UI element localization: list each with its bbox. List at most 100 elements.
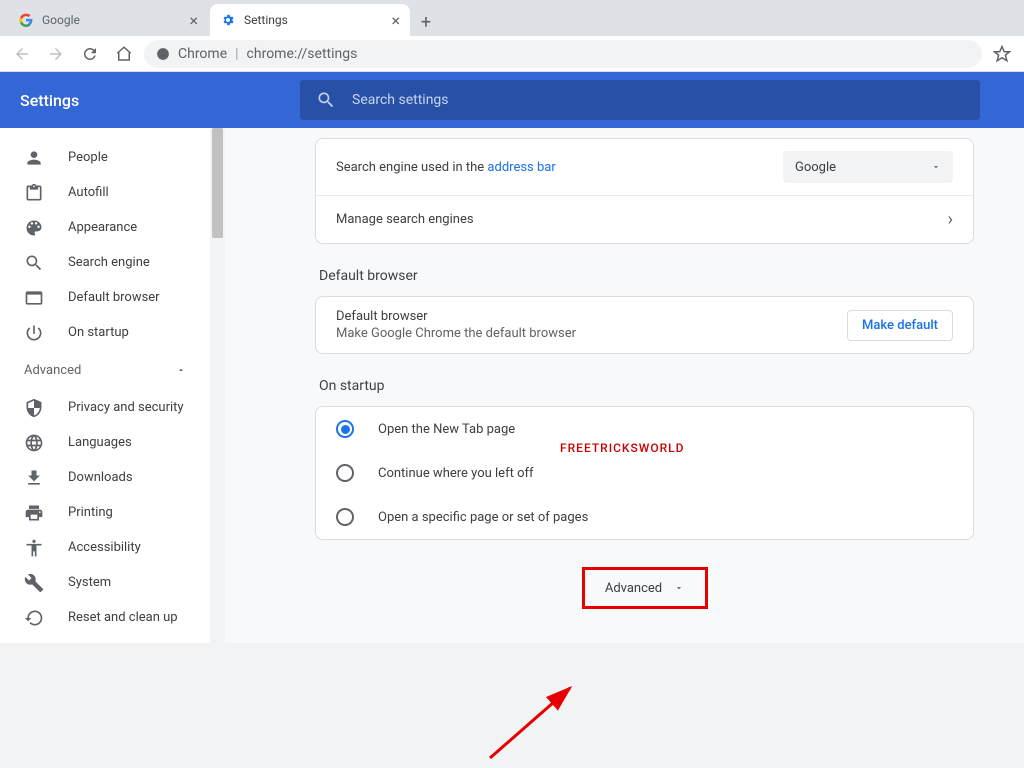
globe-icon: [24, 433, 44, 453]
scrollbar-thumb[interactable]: [212, 128, 223, 238]
row-title: Default browser: [336, 309, 847, 324]
sidebar-item-autofill[interactable]: Autofill: [0, 175, 210, 210]
sidebar-item-search-engine[interactable]: Search engine: [0, 245, 210, 280]
sidebar-section-label: Advanced: [24, 363, 81, 378]
shield-icon: [24, 398, 44, 418]
palette-icon: [24, 218, 44, 238]
sidebar-item-on-startup[interactable]: On startup: [0, 315, 210, 350]
select-value: Google: [795, 160, 836, 175]
person-icon: [24, 148, 44, 168]
radio-button[interactable]: [336, 420, 354, 438]
settings-sidebar: People Autofill Appearance Search engine…: [0, 128, 210, 643]
sidebar-item-label: Printing: [68, 505, 113, 520]
sidebar-item-label: Autofill: [68, 185, 109, 200]
download-icon: [24, 468, 44, 488]
on-startup-card: Open the New Tab page Continue where you…: [315, 406, 974, 540]
sidebar-item-accessibility[interactable]: Accessibility: [0, 530, 210, 565]
sidebar-item-printing[interactable]: Printing: [0, 495, 210, 530]
sidebar-item-appearance[interactable]: Appearance: [0, 210, 210, 245]
browser-icon: [24, 288, 44, 308]
address-bar-link[interactable]: address bar: [487, 160, 555, 175]
accessibility-icon: [24, 538, 44, 558]
default-browser-card: Default browser Make Google Chrome the d…: [315, 296, 974, 354]
url-path: chrome://settings: [247, 46, 358, 62]
chevron-up-icon: [176, 365, 186, 375]
on-startup-title: On startup: [319, 378, 974, 394]
close-icon[interactable]: ×: [189, 11, 198, 30]
back-button[interactable]: [8, 40, 36, 68]
search-engine-row: Search engine used in the address bar Go…: [316, 139, 973, 195]
sidebar-item-label: Appearance: [68, 220, 137, 235]
manage-search-engines-row[interactable]: Manage search engines ›: [316, 195, 973, 243]
settings-favicon: [220, 12, 236, 28]
print-icon: [24, 503, 44, 523]
search-icon: [316, 90, 336, 110]
home-button[interactable]: [110, 40, 138, 68]
search-input[interactable]: [352, 92, 964, 108]
sidebar-item-privacy[interactable]: Privacy and security: [0, 390, 210, 425]
address-bar[interactable]: Chrome | chrome://settings: [144, 40, 982, 68]
sidebar-item-default-browser[interactable]: Default browser: [0, 280, 210, 315]
url-host: Chrome: [178, 46, 227, 62]
tab-strip: Google × Settings × +: [0, 0, 1024, 36]
sidebar-item-people[interactable]: People: [0, 140, 210, 175]
annotation-arrow: [480, 668, 600, 768]
bookmark-button[interactable]: [988, 40, 1016, 68]
google-favicon: [18, 12, 34, 28]
default-browser-title: Default browser: [319, 268, 974, 284]
radio-label: Open the New Tab page: [378, 422, 515, 437]
radio-label: Continue where you left off: [378, 466, 534, 481]
site-info-icon: [156, 47, 170, 61]
annotation-highlight: [582, 567, 708, 609]
sidebar-item-downloads[interactable]: Downloads: [0, 460, 210, 495]
sidebar-item-label: Accessibility: [68, 540, 141, 555]
sidebar-item-label: People: [68, 150, 108, 165]
sidebar-item-label: Downloads: [68, 470, 133, 485]
settings-main: Search engine used in the address bar Go…: [225, 128, 1024, 643]
forward-button[interactable]: [42, 40, 70, 68]
sidebar-item-label: Reset and clean up: [68, 610, 178, 625]
tab-google[interactable]: Google ×: [8, 4, 208, 36]
row-subtitle: Make Google Chrome the default browser: [336, 326, 847, 341]
sidebar-item-label: Languages: [68, 435, 132, 450]
settings-header: Settings: [0, 72, 1024, 128]
tab-label: Settings: [244, 13, 288, 27]
restore-icon: [24, 608, 44, 628]
search-engine-select[interactable]: Google: [783, 151, 953, 183]
sidebar-item-system[interactable]: System: [0, 565, 210, 600]
radio-label: Open a specific page or set of pages: [378, 510, 588, 525]
startup-option-specific[interactable]: Open a specific page or set of pages: [316, 495, 973, 539]
startup-option-continue[interactable]: Continue where you left off: [316, 451, 973, 495]
chevron-down-icon: [931, 162, 941, 172]
sidebar-item-label: System: [68, 575, 111, 590]
default-browser-row: Default browser Make Google Chrome the d…: [316, 297, 973, 353]
new-tab-button[interactable]: +: [412, 8, 440, 36]
sidebar-section-advanced[interactable]: Advanced: [0, 350, 210, 390]
tab-label: Google: [42, 13, 80, 27]
sidebar-item-languages[interactable]: Languages: [0, 425, 210, 460]
clipboard-icon: [24, 183, 44, 203]
manage-label: Manage search engines: [336, 212, 948, 227]
sidebar-item-label: Default browser: [68, 290, 160, 305]
url-separator: |: [235, 46, 238, 62]
browser-toolbar: Chrome | chrome://settings: [0, 36, 1024, 72]
radio-button[interactable]: [336, 464, 354, 482]
chevron-right-icon: ›: [948, 209, 953, 230]
sidebar-item-label: Search engine: [68, 255, 150, 270]
search-engine-card: Search engine used in the address bar Go…: [315, 138, 974, 244]
search-icon: [24, 253, 44, 273]
sidebar-scrollbar[interactable]: [210, 128, 225, 643]
search-settings[interactable]: [300, 80, 980, 120]
page-title: Settings: [20, 91, 300, 110]
make-default-button[interactable]: Make default: [847, 310, 953, 341]
tab-settings[interactable]: Settings ×: [210, 4, 410, 36]
power-icon: [24, 323, 44, 343]
reload-button[interactable]: [76, 40, 104, 68]
watermark-text: FREETRICKSWORLD: [560, 441, 684, 455]
radio-button[interactable]: [336, 508, 354, 526]
sidebar-item-label: Privacy and security: [68, 400, 184, 415]
close-icon[interactable]: ×: [391, 11, 400, 30]
wrench-icon: [24, 573, 44, 593]
advanced-toggle-button[interactable]: Advanced: [590, 570, 700, 606]
sidebar-item-reset[interactable]: Reset and clean up: [0, 600, 210, 635]
